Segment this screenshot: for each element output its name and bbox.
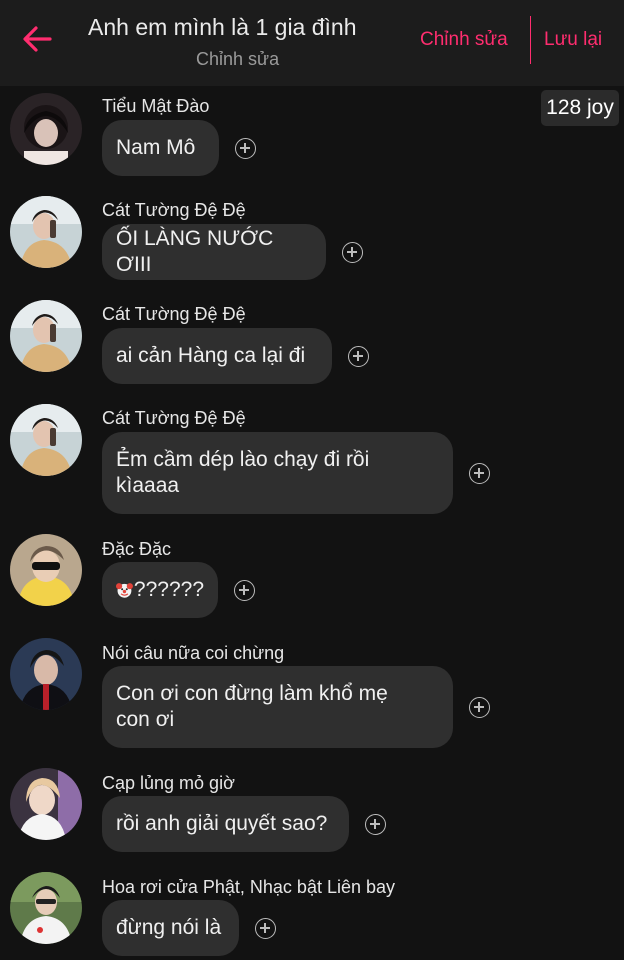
- sender-name: Cát Tường Đệ Đệ: [102, 408, 246, 428]
- avatar[interactable]: [10, 404, 82, 476]
- sender-name: Tiểu Mật Đào: [102, 96, 210, 116]
- sender-name: Đặc Đặc: [102, 539, 172, 559]
- message-bubble[interactable]: rồi anh giải quyết sao?: [102, 796, 349, 852]
- add-reaction-icon[interactable]: [235, 138, 256, 159]
- message-text: đừng nói là: [116, 916, 222, 939]
- message-bubble[interactable]: Con ơi con đừng làm khổ mẹ con ơi: [102, 666, 453, 748]
- joy-badge: 128 joy: [541, 90, 619, 126]
- back-arrow-icon[interactable]: [20, 22, 54, 56]
- message-text: Nam Mô: [116, 136, 196, 159]
- sender-name: Cạp lủng mỏ giờ: [102, 773, 235, 793]
- message-text: Con ơi con đừng làm khổ mẹ con ơi: [116, 682, 388, 731]
- message-bubble[interactable]: ai cản Hàng ca lại đi: [102, 328, 332, 384]
- add-reaction-icon[interactable]: [255, 918, 276, 939]
- add-reaction-icon[interactable]: [234, 580, 255, 601]
- message-text: ai cản Hàng ca lại đi: [116, 344, 306, 367]
- chat-header: Anh em mình là 1 gia đình Chỉnh sửa Chỉn…: [0, 0, 624, 86]
- message-bubble[interactable]: Nam Mô: [102, 120, 219, 176]
- sender-name: Cát Tường Đệ Đệ: [102, 304, 246, 324]
- header-divider: [530, 16, 531, 64]
- chat-subtitle: Chỉnh sửa: [196, 49, 280, 69]
- sender-name: Nói câu nữa coi chừng: [102, 643, 285, 663]
- message-text: ỐI LÀNG NƯỚC ƠIII: [116, 227, 274, 276]
- edit-button[interactable]: Chỉnh sửa: [420, 29, 508, 51]
- add-reaction-icon[interactable]: [342, 242, 363, 263]
- message-text: ??????: [133, 578, 204, 601]
- avatar[interactable]: [10, 196, 82, 268]
- message-text: Ẻm cầm dép lào chạy đi rồi kìaaaa: [116, 448, 370, 497]
- add-reaction-icon[interactable]: [365, 814, 386, 835]
- sender-name: Hoa rơi cửa Phật, Nhạc bật Liên bay: [102, 877, 396, 897]
- add-reaction-icon[interactable]: [348, 346, 369, 367]
- avatar[interactable]: [10, 638, 82, 710]
- avatar[interactable]: [10, 872, 82, 944]
- clown-face-icon: [116, 583, 133, 598]
- avatar[interactable]: [10, 768, 82, 840]
- avatar[interactable]: [10, 93, 82, 165]
- avatar[interactable]: [10, 534, 82, 606]
- message-bubble[interactable]: ??????: [102, 562, 218, 618]
- message-bubble[interactable]: ỐI LÀNG NƯỚC ƠIII: [102, 224, 326, 280]
- chat-title: Anh em mình là 1 gia đình: [88, 14, 357, 40]
- add-reaction-icon[interactable]: [469, 463, 490, 484]
- add-reaction-icon[interactable]: [469, 697, 490, 718]
- save-button[interactable]: Lưu lại: [544, 29, 602, 51]
- message-bubble[interactable]: Ẻm cầm dép lào chạy đi rồi kìaaaa: [102, 432, 453, 514]
- avatar[interactable]: [10, 300, 82, 372]
- sender-name: Cát Tường Đệ Đệ: [102, 200, 246, 220]
- message-bubble[interactable]: đừng nói là: [102, 900, 239, 956]
- message-text: rồi anh giải quyết sao?: [116, 812, 328, 835]
